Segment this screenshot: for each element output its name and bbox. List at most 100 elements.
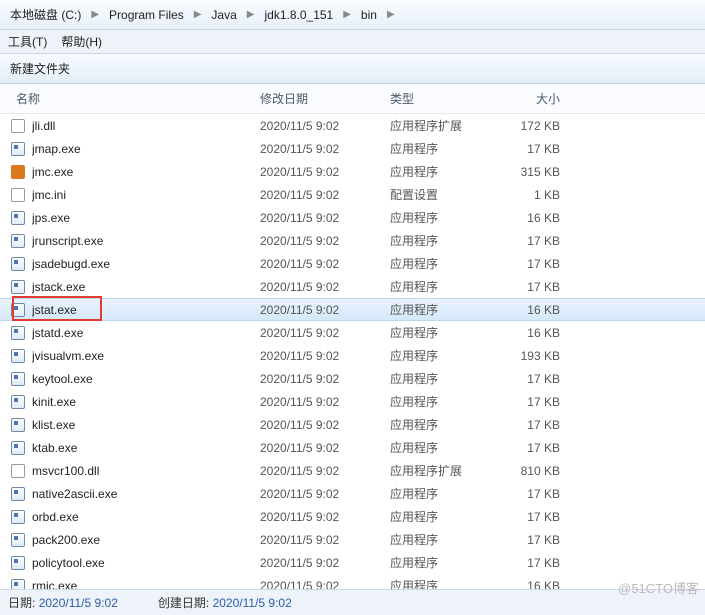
file-row[interactable]: ktab.exe2020/11/5 9:02应用程序17 KB — [0, 436, 705, 459]
application-icon — [10, 302, 26, 318]
jmc-icon — [10, 164, 26, 180]
file-size: 17 KB — [510, 395, 600, 409]
breadcrumb-segment[interactable]: bin — [357, 6, 381, 24]
file-size: 810 KB — [510, 464, 600, 478]
file-date: 2020/11/5 9:02 — [260, 533, 390, 547]
file-size: 315 KB — [510, 165, 600, 179]
file-size: 17 KB — [510, 418, 600, 432]
toolbar: 新建文件夹 — [0, 54, 705, 84]
file-type: 应用程序扩展 — [390, 117, 510, 134]
file-name: kinit.exe — [32, 395, 260, 409]
file-row[interactable]: kinit.exe2020/11/5 9:02应用程序17 KB — [0, 390, 705, 413]
file-type: 应用程序 — [390, 301, 510, 318]
file-name: jstack.exe — [32, 280, 260, 294]
status-created-value: 2020/11/5 9:02 — [213, 596, 292, 610]
new-folder-button[interactable]: 新建文件夹 — [10, 62, 70, 76]
file-type: 应用程序 — [390, 324, 510, 341]
file-row[interactable]: msvcr100.dll2020/11/5 9:02应用程序扩展810 KB — [0, 459, 705, 482]
application-icon — [10, 141, 26, 157]
file-name: orbd.exe — [32, 510, 260, 524]
file-name: policytool.exe — [32, 556, 260, 570]
application-icon — [10, 348, 26, 364]
file-size: 17 KB — [510, 234, 600, 248]
file-row[interactable]: jmc.exe2020/11/5 9:02应用程序315 KB — [0, 160, 705, 183]
file-row[interactable]: jstatd.exe2020/11/5 9:02应用程序16 KB — [0, 321, 705, 344]
file-name: jps.exe — [32, 211, 260, 225]
file-row[interactable]: keytool.exe2020/11/5 9:02应用程序17 KB — [0, 367, 705, 390]
file-row[interactable]: rmic.exe2020/11/5 9:02应用程序16 KB — [0, 574, 705, 590]
menu-bar: 工具(T) 帮助(H) — [0, 30, 705, 54]
breadcrumb-segment[interactable]: Java — [207, 6, 240, 24]
file-row[interactable]: jmap.exe2020/11/5 9:02应用程序17 KB — [0, 137, 705, 160]
file-name: jmc.exe — [32, 165, 260, 179]
column-header-date[interactable]: 修改日期 — [260, 90, 390, 107]
menu-help[interactable]: 帮助(H) — [61, 33, 102, 50]
file-type: 应用程序 — [390, 255, 510, 272]
file-size: 16 KB — [510, 326, 600, 340]
breadcrumb-segment[interactable]: jdk1.8.0_151 — [260, 6, 337, 24]
file-row[interactable]: jstack.exe2020/11/5 9:02应用程序17 KB — [0, 275, 705, 298]
file-row[interactable]: orbd.exe2020/11/5 9:02应用程序17 KB — [0, 505, 705, 528]
breadcrumb-segment[interactable]: Program Files — [105, 6, 188, 24]
application-icon — [10, 555, 26, 571]
file-date: 2020/11/5 9:02 — [260, 234, 390, 248]
file-date: 2020/11/5 9:02 — [260, 165, 390, 179]
file-size: 1 KB — [510, 188, 600, 202]
column-header-name[interactable]: 名称 — [10, 90, 260, 107]
status-date-label: 日期: — [8, 596, 35, 610]
column-header-type[interactable]: 类型 — [390, 90, 510, 107]
file-date: 2020/11/5 9:02 — [260, 280, 390, 294]
file-list[interactable]: jli.dll2020/11/5 9:02应用程序扩展172 KBjmap.ex… — [0, 114, 705, 590]
chevron-right-icon: ▶ — [339, 7, 355, 22]
file-type: 应用程序 — [390, 232, 510, 249]
file-date: 2020/11/5 9:02 — [260, 395, 390, 409]
file-name: native2ascii.exe — [32, 487, 260, 501]
file-size: 17 KB — [510, 142, 600, 156]
dll-icon — [10, 118, 26, 134]
dll-icon — [10, 463, 26, 479]
status-date-value: 2020/11/5 9:02 — [39, 596, 118, 610]
application-icon — [10, 279, 26, 295]
application-icon — [10, 210, 26, 226]
status-bar: 日期: 2020/11/5 9:02 创建日期: 2020/11/5 9:02 — [0, 589, 705, 615]
column-headers: 名称 修改日期 类型 大小 — [0, 84, 705, 114]
file-date: 2020/11/5 9:02 — [260, 487, 390, 501]
breadcrumb-segment[interactable]: 本地磁盘 (C:) — [6, 4, 85, 25]
file-name: klist.exe — [32, 418, 260, 432]
application-icon — [10, 325, 26, 341]
file-size: 17 KB — [510, 441, 600, 455]
file-type: 应用程序 — [390, 393, 510, 410]
file-row[interactable]: jrunscript.exe2020/11/5 9:02应用程序17 KB — [0, 229, 705, 252]
file-row[interactable]: klist.exe2020/11/5 9:02应用程序17 KB — [0, 413, 705, 436]
application-icon — [10, 509, 26, 525]
file-row[interactable]: jsadebugd.exe2020/11/5 9:02应用程序17 KB — [0, 252, 705, 275]
file-row[interactable]: jstat.exe2020/11/5 9:02应用程序16 KB — [0, 298, 705, 321]
menu-tools[interactable]: 工具(T) — [8, 33, 47, 50]
file-name: jvisualvm.exe — [32, 349, 260, 363]
file-row[interactable]: jmc.ini2020/11/5 9:02配置设置1 KB — [0, 183, 705, 206]
file-name: jsadebugd.exe — [32, 257, 260, 271]
file-size: 193 KB — [510, 349, 600, 363]
file-row[interactable]: pack200.exe2020/11/5 9:02应用程序17 KB — [0, 528, 705, 551]
breadcrumb[interactable]: 本地磁盘 (C:)▶Program Files▶Java▶jdk1.8.0_15… — [0, 0, 705, 30]
file-date: 2020/11/5 9:02 — [260, 372, 390, 386]
file-row[interactable]: jps.exe2020/11/5 9:02应用程序16 KB — [0, 206, 705, 229]
file-name: pack200.exe — [32, 533, 260, 547]
file-row[interactable]: native2ascii.exe2020/11/5 9:02应用程序17 KB — [0, 482, 705, 505]
file-row[interactable]: jli.dll2020/11/5 9:02应用程序扩展172 KB — [0, 114, 705, 137]
file-row[interactable]: policytool.exe2020/11/5 9:02应用程序17 KB — [0, 551, 705, 574]
file-name: keytool.exe — [32, 372, 260, 386]
file-date: 2020/11/5 9:02 — [260, 303, 390, 317]
ini-icon — [10, 187, 26, 203]
file-size: 16 KB — [510, 211, 600, 225]
column-header-size[interactable]: 大小 — [510, 90, 600, 107]
file-type: 应用程序 — [390, 439, 510, 456]
application-icon — [10, 371, 26, 387]
file-size: 16 KB — [510, 303, 600, 317]
application-icon — [10, 532, 26, 548]
chevron-right-icon: ▶ — [190, 7, 206, 22]
file-type: 应用程序 — [390, 163, 510, 180]
file-size: 17 KB — [510, 372, 600, 386]
file-row[interactable]: jvisualvm.exe2020/11/5 9:02应用程序193 KB — [0, 344, 705, 367]
file-date: 2020/11/5 9:02 — [260, 418, 390, 432]
